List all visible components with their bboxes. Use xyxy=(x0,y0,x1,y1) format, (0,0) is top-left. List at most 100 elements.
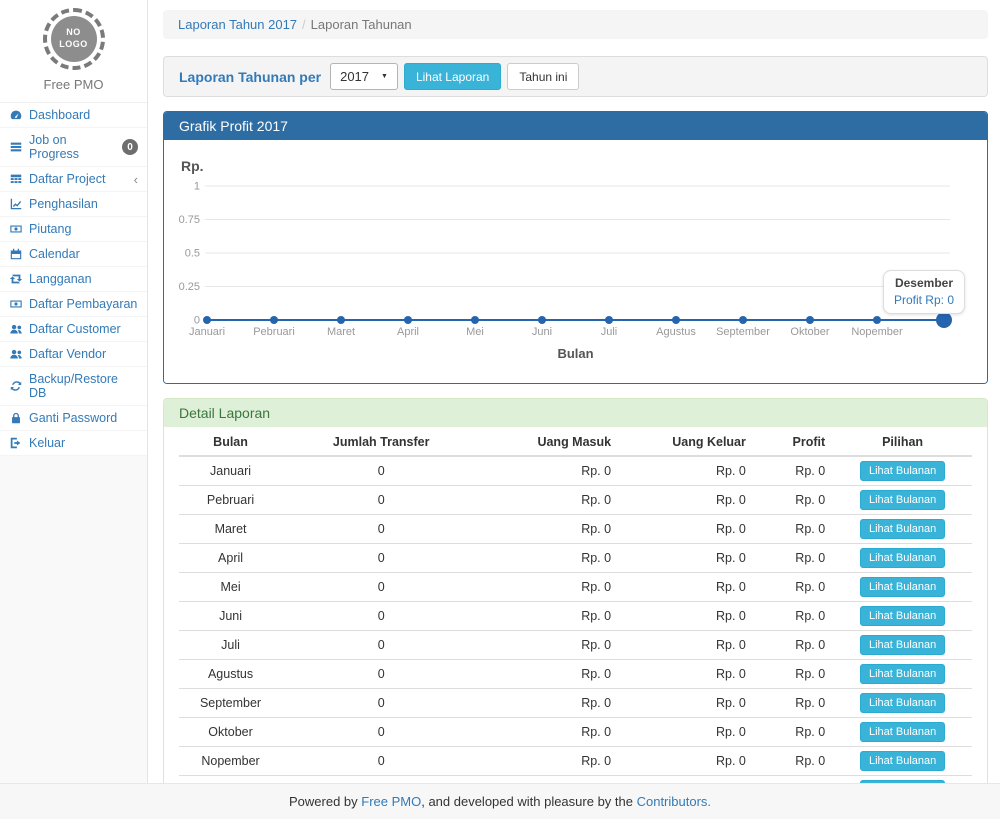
table-row-mei: Mei0Rp. 0Rp. 0Rp. 0Lihat Bulanan xyxy=(179,573,972,602)
breadcrumb-link-laporan-tahun[interactable]: Laporan Tahun 2017 xyxy=(178,17,297,32)
lock-icon xyxy=(9,411,23,425)
profit-cell: Rp. 0 xyxy=(754,689,833,718)
jumlah-transfer-cell: 0 xyxy=(282,718,480,747)
lihat-bulanan-button-agustus[interactable]: Lihat Bulanan xyxy=(860,664,945,684)
jumlah-transfer-cell: 0 xyxy=(282,660,480,689)
uang-masuk-cell: Rp. 0 xyxy=(480,515,619,544)
profit-line-chart: Rp.00.250.50.751JanuariPebruariMaretApri… xyxy=(179,155,972,365)
year-filter-bar: Laporan Tahunan per 2017 ▼ Lihat Laporan… xyxy=(163,56,988,97)
sidebar-item-keluar[interactable]: Keluar xyxy=(0,431,147,456)
logo-box: NO LOGO Free PMO xyxy=(0,0,147,102)
data-point-juni xyxy=(538,316,546,324)
sidebar-item-job-on-progress[interactable]: Job on Progress0 xyxy=(0,128,147,167)
table-row-januari: Januari0Rp. 0Rp. 0Rp. 0Lihat Bulanan xyxy=(179,456,972,486)
sidebar-item-label: Job on Progress xyxy=(29,133,116,161)
footer-text-middle: , and developed with pleasure by the xyxy=(421,794,636,809)
sidebar-item-label: Dashboard xyxy=(29,108,90,122)
uang-masuk-cell: Rp. 0 xyxy=(480,718,619,747)
lihat-bulanan-button-september[interactable]: Lihat Bulanan xyxy=(860,693,945,713)
lihat-bulanan-button-pebruari[interactable]: Lihat Bulanan xyxy=(860,490,945,510)
chart-x-tick: Pebruari xyxy=(253,326,295,338)
lihat-bulanan-button-maret[interactable]: Lihat Bulanan xyxy=(860,519,945,539)
filter-label: Laporan Tahunan per xyxy=(179,69,321,85)
free-pmo-link[interactable]: Free PMO xyxy=(361,794,421,809)
sidebar-item-daftar-pembayaran[interactable]: Daftar Pembayaran xyxy=(0,292,147,317)
jumlah-transfer-cell: 0 xyxy=(282,515,480,544)
logo-text-line1: NO xyxy=(66,27,81,39)
month-cell: Juli xyxy=(179,631,282,660)
uang-masuk-cell: Rp. 0 xyxy=(480,660,619,689)
refresh-icon xyxy=(9,379,23,393)
column-header-uang-masuk: Uang Masuk xyxy=(480,429,619,456)
lihat-bulanan-button-juli[interactable]: Lihat Bulanan xyxy=(860,635,945,655)
sidebar-item-label: Keluar xyxy=(29,436,65,450)
month-cell: Agustus xyxy=(179,660,282,689)
profit-cell: Rp. 0 xyxy=(754,456,833,486)
page-footer: Powered by Free PMO, and developed with … xyxy=(0,783,1000,819)
sidebar-item-piutang[interactable]: Piutang xyxy=(0,217,147,242)
month-cell: Nopember xyxy=(179,747,282,776)
sidebar-item-daftar-vendor[interactable]: Daftar Vendor xyxy=(0,342,147,367)
uang-keluar-cell: Rp. 0 xyxy=(619,486,754,515)
chart-x-tick: Maret xyxy=(327,326,355,338)
month-cell: Juni xyxy=(179,602,282,631)
jumlah-transfer-cell: 0 xyxy=(282,631,480,660)
chart-x-tick: Agustus xyxy=(656,326,696,338)
table-row-pebruari: Pebruari0Rp. 0Rp. 0Rp. 0Lihat Bulanan xyxy=(179,486,972,515)
sidebar-item-penghasilan[interactable]: Penghasilan xyxy=(0,192,147,217)
chart-x-tick: Nopember xyxy=(851,326,903,338)
sidebar-item-label: Langganan xyxy=(29,272,92,286)
sidebar-item-label: Daftar Project xyxy=(29,172,105,186)
lihat-laporan-button[interactable]: Lihat Laporan xyxy=(404,63,501,90)
lihat-bulanan-button-oktober[interactable]: Lihat Bulanan xyxy=(860,722,945,742)
chart-y-tick: 0 xyxy=(194,315,200,327)
sidebar-item-ganti-password[interactable]: Ganti Password xyxy=(0,406,147,431)
data-point-agustus xyxy=(672,316,680,324)
chart-y-axis-label: Rp. xyxy=(181,158,204,174)
sidebar-menu: Dashboard Job on Progress0Daftar Project‹… xyxy=(0,102,147,456)
uang-keluar-cell: Rp. 0 xyxy=(619,544,754,573)
tooltip-value: Profit Rp: 0 xyxy=(894,293,954,307)
table-row-september: September0Rp. 0Rp. 0Rp. 0Lihat Bulanan xyxy=(179,689,972,718)
table-row-desember: Desember0Rp. 0Rp. 0Rp. 0Lihat Bulanan xyxy=(179,776,972,784)
table-icon xyxy=(9,172,23,186)
uang-keluar-cell: Rp. 0 xyxy=(619,602,754,631)
chart-x-tick: Oktober xyxy=(790,326,829,338)
sidebar-item-daftar-project[interactable]: Daftar Project‹ xyxy=(0,167,147,192)
dashboard-icon xyxy=(9,108,23,122)
year-select[interactable]: 2017 ▼ xyxy=(330,63,398,90)
profit-cell: Rp. 0 xyxy=(754,631,833,660)
breadcrumb: Laporan Tahun 2017/Laporan Tahunan xyxy=(163,10,988,39)
money-icon xyxy=(9,222,23,236)
sidebar-item-daftar-customer[interactable]: Daftar Customer xyxy=(0,317,147,342)
uang-masuk-cell: Rp. 0 xyxy=(480,486,619,515)
profit-cell: Rp. 0 xyxy=(754,602,833,631)
chart-x-tick: September xyxy=(716,326,770,338)
chart-y-tick: 0.5 xyxy=(185,248,200,260)
tasks-icon xyxy=(9,140,23,154)
contributors-link[interactable]: Contributors. xyxy=(637,794,711,809)
sidebar-item-langganan[interactable]: Langganan xyxy=(0,267,147,292)
chart-x-tick: Juni xyxy=(532,326,552,338)
table-row-nopember: Nopember0Rp. 0Rp. 0Rp. 0Lihat Bulanan xyxy=(179,747,972,776)
tooltip-month: Desember xyxy=(894,276,954,290)
lihat-bulanan-button-nopember[interactable]: Lihat Bulanan xyxy=(860,751,945,771)
jumlah-transfer-cell: 0 xyxy=(282,544,480,573)
tahun-ini-button[interactable]: Tahun ini xyxy=(507,63,579,90)
table-row-juni: Juni0Rp. 0Rp. 0Rp. 0Lihat Bulanan xyxy=(179,602,972,631)
sidebar-item-calendar[interactable]: Calendar xyxy=(0,242,147,267)
uang-keluar-cell: Rp. 0 xyxy=(619,747,754,776)
lihat-bulanan-button-januari[interactable]: Lihat Bulanan xyxy=(860,461,945,481)
lihat-bulanan-button-juni[interactable]: Lihat Bulanan xyxy=(860,606,945,626)
sidebar-item-backup-restore-db[interactable]: Backup/Restore DB xyxy=(0,367,147,406)
lihat-bulanan-button-mei[interactable]: Lihat Bulanan xyxy=(860,577,945,597)
sidebar-item-dashboard[interactable]: Dashboard xyxy=(0,103,147,128)
uang-keluar-cell: Rp. 0 xyxy=(619,456,754,486)
chart-x-tick: Januari xyxy=(189,326,225,338)
table-row-april: April0Rp. 0Rp. 0Rp. 0Lihat Bulanan xyxy=(179,544,972,573)
uang-masuk-cell: Rp. 0 xyxy=(480,573,619,602)
lihat-bulanan-button-april[interactable]: Lihat Bulanan xyxy=(860,548,945,568)
lihat-bulanan-button-desember[interactable]: Lihat Bulanan xyxy=(860,780,945,783)
column-header-bulan: Bulan xyxy=(179,429,282,456)
year-select-value: 2017 xyxy=(340,69,369,84)
